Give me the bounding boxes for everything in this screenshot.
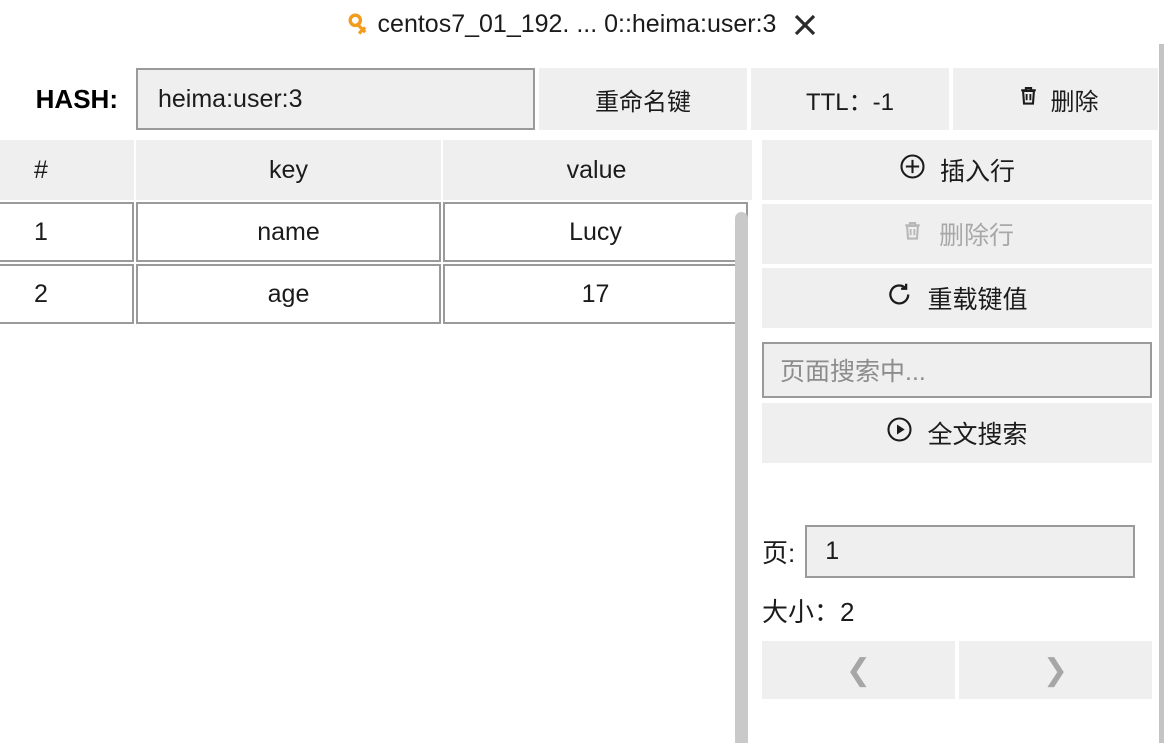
- window-vertical-scrollbar-thumb[interactable]: [1159, 44, 1164, 743]
- delete-key-button[interactable]: 删除: [953, 68, 1161, 130]
- insert-row-label: 插入行: [939, 158, 1015, 186]
- cell-key[interactable]: age: [136, 264, 441, 324]
- next-page-button[interactable]: ❯: [959, 641, 1152, 699]
- column-header-index: #: [0, 140, 136, 200]
- table-header-row: # key value: [0, 140, 752, 200]
- cell-value[interactable]: 17: [443, 264, 748, 324]
- fulltext-search-button[interactable]: 全文搜索: [762, 403, 1152, 463]
- column-header-value: value: [443, 140, 750, 200]
- insert-row-button[interactable]: 插入行: [762, 140, 1152, 200]
- table-vertical-scrollbar[interactable]: [735, 212, 748, 743]
- page-label: 页:: [762, 538, 796, 568]
- cell-index[interactable]: 1: [0, 202, 134, 262]
- reload-value-button[interactable]: 重载键值: [762, 268, 1152, 328]
- previous-page-button[interactable]: ❮: [762, 641, 955, 699]
- tab-bar-divider: [0, 46, 1158, 47]
- page-search-input[interactable]: 页面搜索中...: [762, 342, 1152, 398]
- table-row[interactable]: 1 name Lucy: [0, 202, 752, 262]
- delete-row-label: 删除行: [938, 222, 1014, 250]
- cell-value[interactable]: Lucy: [443, 202, 748, 262]
- cell-index[interactable]: 2: [0, 264, 134, 324]
- tab-title: centos7_01_192. ... 0::heima:user:3: [377, 9, 777, 38]
- table-row[interactable]: 2 age 17: [0, 264, 752, 324]
- hash-field-table: # key value 1 name Lucy 2 age 17: [0, 140, 752, 743]
- column-header-key: key: [136, 140, 443, 200]
- actions-panel: 插入行 删除行 重载键值 页面搜索中... 全文搜索 页: 1 大小：2 ❮ ❯: [762, 140, 1152, 743]
- key-icon: [348, 13, 372, 37]
- cell-key[interactable]: name: [136, 202, 441, 262]
- ttl-button[interactable]: TTL：-1: [751, 68, 949, 130]
- close-icon[interactable]: [792, 12, 818, 38]
- page-number-input[interactable]: 1: [805, 525, 1136, 578]
- plus-circle-icon: [899, 153, 926, 187]
- play-circle-icon: [886, 416, 913, 450]
- page-size-label: 大小：2: [762, 597, 855, 627]
- fulltext-search-label: 全文搜索: [927, 421, 1028, 449]
- rename-key-button[interactable]: 重命名键: [539, 68, 747, 130]
- pagination-controls: 页: 1 大小：2 ❮ ❯: [762, 525, 1152, 699]
- key-name-input[interactable]: heima:user:3: [136, 68, 535, 130]
- trash-icon: [1016, 83, 1041, 115]
- key-type-label: HASH:: [35, 83, 118, 114]
- delete-key-label: 删除: [1050, 88, 1099, 116]
- key-header-toolbar: HASH: heima:user:3 重命名键 TTL：-1 删除: [0, 68, 1166, 130]
- trash-icon: [900, 218, 925, 250]
- delete-row-button[interactable]: 删除行: [762, 204, 1152, 264]
- refresh-icon: [886, 281, 913, 315]
- tab-key-detail[interactable]: centos7_01_192. ... 0::heima:user:3: [343, 0, 823, 47]
- tab-bar: centos7_01_192. ... 0::heima:user:3: [0, 0, 1166, 47]
- reload-value-label: 重载键值: [927, 286, 1028, 314]
